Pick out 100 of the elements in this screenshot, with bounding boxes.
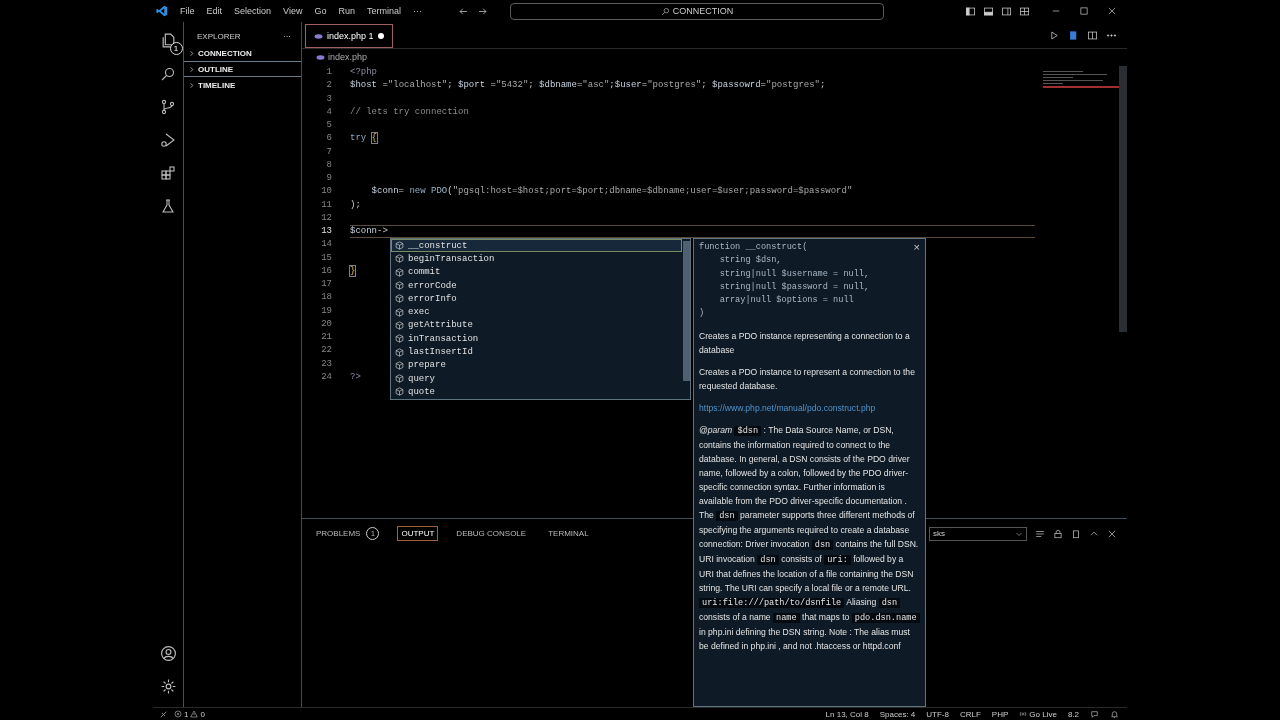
command-center[interactable]: CONNECTION [509, 2, 884, 20]
panel-tab[interactable]: OUTPUT [397, 526, 439, 541]
code-line: <?php [350, 66, 377, 79]
line-number: 6 [325, 132, 332, 146]
line-number: 15 [320, 251, 332, 265]
maximize-icon[interactable] [1079, 6, 1089, 16]
status-item[interactable]: Ln 13, Col 8 [825, 709, 869, 719]
suggestion-item[interactable]: query [391, 371, 682, 386]
secondary-sidebar-icon[interactable] [1001, 5, 1012, 17]
line-number: 16 [320, 264, 332, 278]
source-control-icon[interactable] [160, 99, 176, 115]
line-number: 4 [325, 105, 332, 119]
cube-icon [395, 334, 404, 344]
code-line: // lets try connection [350, 105, 469, 119]
lock-icon[interactable] [1053, 528, 1063, 539]
sidebar-section[interactable]: TIMELINE [184, 77, 301, 93]
cube-icon [395, 347, 404, 357]
scrollbar[interactable] [1119, 66, 1127, 332]
status-item[interactable]: PHP [991, 709, 1009, 719]
suggestion-item[interactable]: lastInsertId [391, 345, 682, 359]
menu-item[interactable]: View [277, 4, 309, 18]
cube-icon [395, 374, 404, 384]
code-line: ?> [350, 370, 361, 384]
suggestion-item[interactable]: quote [391, 385, 682, 399]
line-number: 5 [325, 119, 332, 132]
settings-icon[interactable] [159, 678, 177, 695]
line-number: 3 [325, 92, 332, 106]
sidebar-layout-icon[interactable] [965, 5, 976, 17]
scrollbar-thumb[interactable] [683, 241, 690, 381]
line-number: 8 [325, 158, 332, 172]
remote-icon[interactable] [159, 709, 168, 719]
more-actions[interactable]: ··· [283, 32, 291, 41]
current-code-line: $conn-> [350, 225, 1035, 239]
feedback-icon[interactable] [1090, 709, 1099, 719]
go-live-button[interactable]: Go Live [1019, 709, 1057, 719]
cube-icon [395, 294, 404, 304]
menu-item[interactable]: Selection [228, 4, 278, 18]
extensions-icon[interactable] [160, 165, 176, 181]
search-icon[interactable] [160, 66, 176, 82]
error-icon [174, 710, 182, 718]
run-debug-icon[interactable] [160, 132, 176, 148]
cube-icon [395, 360, 404, 370]
back-arrow-icon[interactable] [457, 5, 469, 17]
line-number: 2 [325, 79, 332, 93]
suggestion-item[interactable]: prepare [391, 358, 682, 372]
suggestion-item[interactable]: beginTransaction [391, 252, 682, 266]
run-icon[interactable] [1049, 29, 1060, 41]
output-channel-dropdown[interactable]: sks [929, 526, 1027, 541]
suggestion-item[interactable]: exec [391, 305, 682, 319]
line-number: 21 [320, 331, 332, 344]
cube-icon [395, 320, 404, 330]
search-icon [660, 6, 670, 16]
editor-tab[interactable]: index.php 1 [305, 24, 393, 48]
list-icon[interactable] [1035, 528, 1045, 539]
sidebar-section[interactable]: OUTLINE [184, 61, 301, 77]
line-number: 12 [320, 211, 332, 225]
menu-item[interactable]: Edit [200, 4, 229, 18]
bell-icon[interactable] [1110, 709, 1119, 719]
line-number: 24 [320, 370, 332, 384]
cube-icon [395, 254, 404, 264]
panel-layout-icon[interactable] [983, 5, 994, 17]
description-text: Creates a PDO instance to represent a connection to the requested database. [699, 365, 916, 393]
close-button[interactable]: × [913, 241, 920, 253]
breadcrumb[interactable]: index.php [328, 52, 368, 62]
sidebar-section[interactable]: CONNECTION [184, 45, 301, 61]
documentation-link[interactable]: https://www.php.net/manual/pdo.construct.php [699, 402, 876, 413]
status-item[interactable]: CRLF [959, 709, 981, 719]
cube-icon [395, 387, 404, 397]
close-icon[interactable] [1107, 6, 1117, 16]
panel-tab[interactable]: DEBUG CONSOLE [452, 526, 531, 541]
line-number: 13 [320, 225, 332, 238]
status-item[interactable]: Spaces: 4 [879, 709, 916, 719]
forward-arrow-icon[interactable] [476, 5, 488, 17]
line-number: 22 [320, 344, 332, 358]
menu-item[interactable]: File [174, 4, 201, 18]
layout-grid-icon[interactable] [1019, 5, 1030, 17]
more-menu[interactable]: ··· [406, 4, 428, 18]
line-number: 9 [325, 172, 332, 185]
php-file-icon [316, 52, 325, 62]
account-icon[interactable] [159, 645, 177, 662]
suggestion-item[interactable]: errorInfo [391, 292, 682, 306]
line-number: 14 [320, 238, 332, 252]
status-item[interactable]: UTF-8 [926, 709, 949, 719]
menu-item[interactable]: Run [332, 4, 361, 18]
suggestion-item[interactable]: commit [391, 265, 682, 279]
close-icon[interactable] [1107, 528, 1117, 539]
status-item[interactable]: 8.2 [1067, 709, 1079, 719]
suggestion-item[interactable]: errorCode [391, 278, 682, 293]
line-number: 20 [320, 317, 332, 331]
menu-item[interactable]: Go [308, 4, 333, 18]
function-signature: function __construct( string $dsn, string|null $username = null, string|null $password = null, array|null $options = null ) [699, 241, 871, 321]
split-editor-icon[interactable] [1087, 29, 1098, 41]
problems-status[interactable]: 1 0 [174, 709, 205, 719]
suggestion-item[interactable]: inTransaction [391, 332, 682, 346]
menu-item[interactable]: Terminal [360, 4, 407, 18]
flask-icon[interactable] [160, 198, 176, 214]
suggestion-item[interactable]: getAttribute [391, 318, 682, 333]
panel-tab[interactable]: TERMINAL [544, 526, 593, 541]
sidebar-title: EXPLORER [197, 32, 241, 41]
suggestion-item[interactable]: __construct [391, 239, 682, 253]
